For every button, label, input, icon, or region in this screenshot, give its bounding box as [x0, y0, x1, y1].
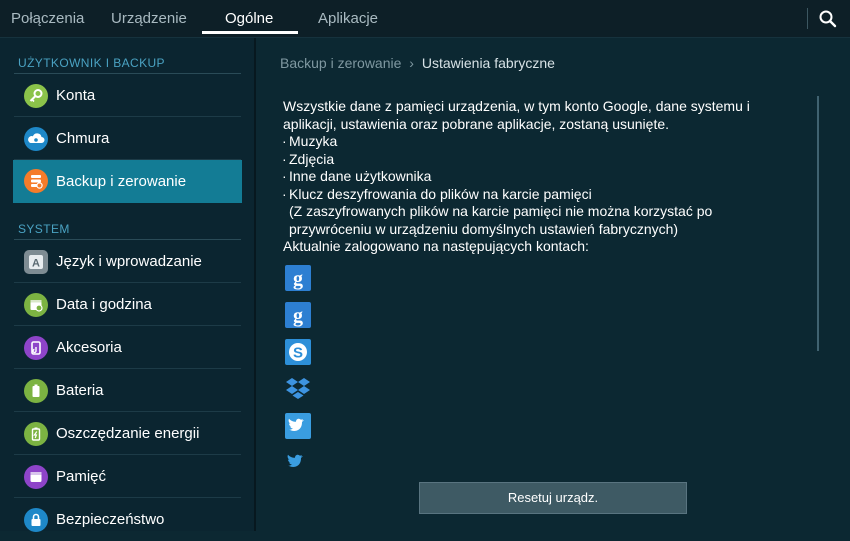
sidebar-item-label: Chmura: [56, 130, 110, 147]
sidebar-item-label: Backup i zerowanie: [56, 173, 187, 190]
sidebar-item-power-saving[interactable]: Oszczędzanie energii: [14, 413, 241, 455]
section-divider: [14, 73, 241, 74]
sidebar-item-security[interactable]: Bezpieczeństwo: [14, 499, 241, 541]
backup-icon: [24, 169, 48, 193]
twitter-icon: [284, 412, 312, 440]
accounts-label: Aktualnie zalogowano na następujących ko…: [283, 238, 589, 254]
sidebar-item-language-input[interactable]: A Język i wprowadzanie: [14, 241, 241, 283]
skype-icon: S: [284, 338, 312, 366]
breadcrumb-separator-icon: ›: [409, 55, 414, 71]
intro-text: Wszystkie dane z pamięci urządzenia, w t…: [283, 98, 750, 132]
factory-reset-panel: Backup i zerowanie › Ustawienia fabryczn…: [256, 38, 850, 531]
item-divider: [14, 325, 241, 326]
search-icon[interactable]: [814, 6, 842, 32]
bullet-item: Klucz deszyfrowania do plików na karcie …: [282, 186, 793, 204]
item-divider: [14, 454, 241, 455]
tab-applications[interactable]: Aplikacje: [318, 0, 378, 37]
reset-description: Wszystkie dane z pamięci urządzenia, w t…: [282, 98, 793, 256]
sidebar-item-label: Data i godzina: [56, 296, 152, 313]
active-tab-indicator: [202, 31, 298, 34]
item-divider: [14, 411, 241, 412]
svg-text:g: g: [293, 268, 303, 290]
bullet-item: Muzyka: [282, 133, 793, 151]
calendar-icon: [24, 293, 48, 317]
sidebar-item-label: Bezpieczeństwo: [56, 511, 165, 528]
svg-text:A: A: [32, 258, 40, 270]
item-divider: [14, 497, 241, 498]
language-icon: A: [24, 250, 48, 274]
power-saving-icon: [24, 422, 48, 446]
sidebar-item-storage[interactable]: Pamięć: [14, 456, 241, 498]
bullet-item: Zdjęcia: [282, 151, 793, 169]
encryption-note: (Z zaszyfrowanych plików na karcie pamię…: [289, 203, 713, 237]
section-divider: [14, 239, 241, 240]
cloud-icon: [24, 127, 48, 151]
scrollbar[interactable]: [817, 96, 819, 351]
twitter-icon: [284, 449, 312, 469]
sidebar-item-accounts[interactable]: Konta: [14, 75, 241, 117]
sidebar-item-label: Pamięć: [56, 468, 107, 485]
reset-device-button[interactable]: Resetuj urządz.: [419, 482, 687, 514]
section-header-system: SYSTEM: [18, 222, 70, 236]
key-icon: [24, 84, 48, 108]
dropbox-icon: [284, 375, 312, 403]
sidebar-item-date-time[interactable]: Data i godzina: [14, 284, 241, 326]
section-header-user-backup: UŻYTKOWNIK I BACKUP: [18, 56, 165, 70]
top-tab-bar: Połączenia Urządzenie Ogólne Aplikacje: [0, 0, 850, 38]
accessory-icon: [24, 336, 48, 360]
bullet-item: Inne dane użytkownika: [282, 168, 793, 186]
google-icon: g: [284, 301, 312, 329]
sidebar-item-accessories[interactable]: Akcesoria: [14, 327, 241, 369]
sidebar-item-label: Konta: [56, 87, 96, 104]
item-divider: [14, 282, 241, 283]
sidebar-item-label: Oszczędzanie energii: [56, 425, 200, 442]
google-icon: g: [284, 264, 312, 292]
breadcrumb: Backup i zerowanie › Ustawienia fabryczn…: [280, 55, 555, 71]
item-divider: [14, 368, 241, 369]
tab-device[interactable]: Urządzenie: [111, 0, 187, 37]
sidebar-item-label: Akcesoria: [56, 339, 122, 356]
svg-text:g: g: [293, 305, 303, 327]
svg-text:S: S: [293, 345, 303, 362]
sidebar-item-battery[interactable]: Bateria: [14, 370, 241, 412]
toolbar-divider: [807, 8, 808, 29]
tab-connections[interactable]: Połączenia: [11, 0, 84, 37]
lock-icon: [24, 508, 48, 532]
sidebar-item-cloud[interactable]: Chmura: [14, 118, 241, 160]
settings-sidebar: UŻYTKOWNIK I BACKUP Konta Chmura Backup …: [0, 38, 256, 532]
sidebar-item-label: Język i wprowadzanie: [56, 253, 202, 270]
item-divider: [14, 116, 241, 117]
breadcrumb-current: Ustawienia fabryczne: [421, 55, 555, 71]
breadcrumb-parent[interactable]: Backup i zerowanie: [280, 55, 401, 71]
sidebar-item-label: Bateria: [56, 382, 104, 399]
battery-icon: [24, 379, 48, 403]
storage-icon: [24, 465, 48, 489]
sidebar-item-backup-reset[interactable]: Backup i zerowanie: [13, 160, 242, 203]
